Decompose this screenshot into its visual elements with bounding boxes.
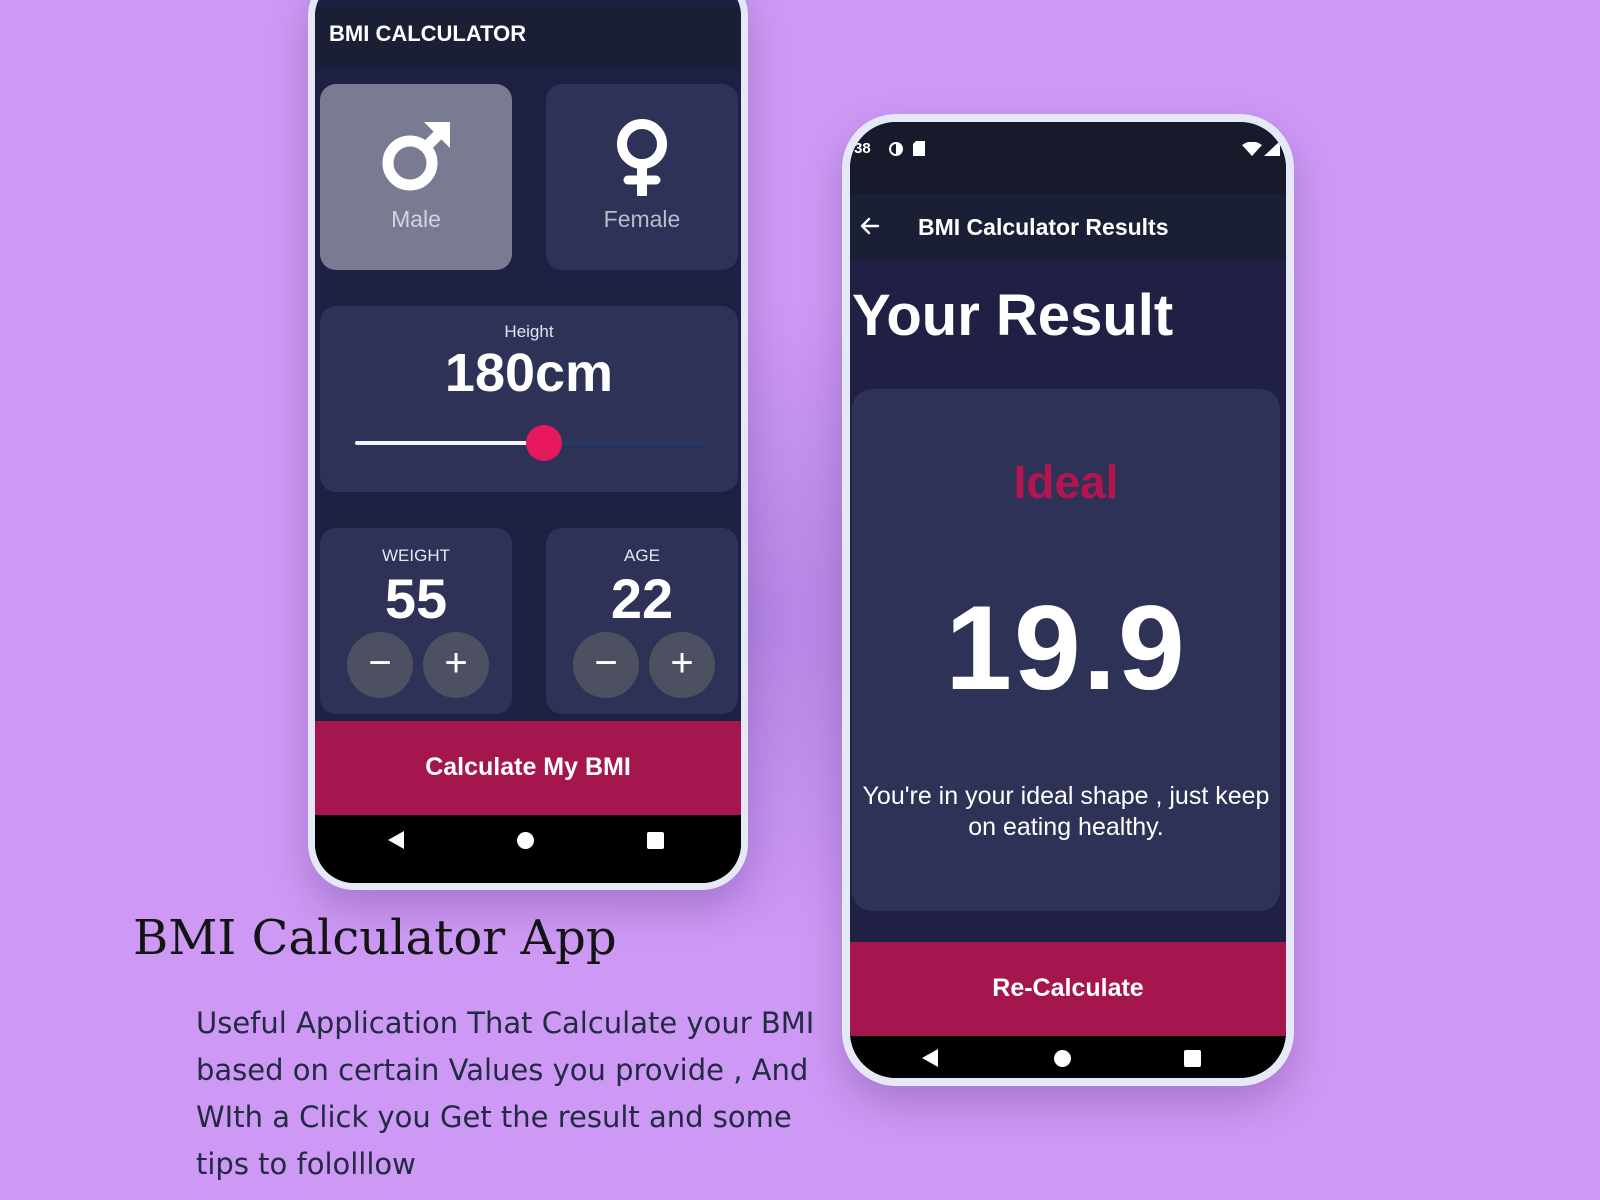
navigation-bar	[315, 815, 741, 883]
age-label: AGE	[624, 546, 660, 565]
age-increment-button[interactable]: +	[649, 632, 715, 698]
recalculate-button[interactable]: Re-Calculate	[850, 942, 1286, 1036]
caption-description: Useful Application That Calculate your B…	[196, 1006, 815, 1181]
signal-icon	[1264, 141, 1280, 156]
male-symbol-icon	[382, 122, 450, 191]
height-value: 180cm	[444, 343, 614, 403]
height-slider-fill	[355, 441, 544, 445]
app-bar: BMI CALCULATOR	[315, 7, 741, 67]
gender-card-male[interactable]: Male	[320, 84, 512, 270]
height-slider-thumb[interactable]	[526, 425, 562, 461]
nav-recents-icon[interactable]	[1184, 1050, 1201, 1067]
height-label: Height	[504, 322, 554, 341]
weight-increment-button[interactable]: +	[423, 632, 489, 698]
nav-back-icon[interactable]	[922, 1049, 938, 1067]
results-phone: 38 BMI Calculator Results Your Result Id…	[842, 114, 1294, 1086]
caption-title: BMI Calculator App	[133, 910, 617, 966]
wifi-icon	[1242, 142, 1262, 156]
height-card: Height 180cm	[320, 306, 738, 492]
age-card: AGE 22 − +	[546, 528, 738, 714]
female-symbol-icon	[617, 119, 667, 196]
nav-back-icon[interactable]	[388, 831, 404, 849]
app-title: BMI CALCULATOR	[329, 21, 527, 46]
weight-value: 55	[384, 567, 448, 630]
calculator-body: Male Female Height 180cm WEIGHT 55 − + A…	[315, 67, 741, 721]
results-title: BMI Calculator Results	[918, 214, 1169, 240]
data-saver-icon	[889, 142, 903, 156]
height-slider[interactable]	[355, 425, 705, 461]
weight-card: WEIGHT 55 − +	[320, 528, 512, 714]
nav-home-icon[interactable]	[517, 832, 534, 849]
gender-label-male: Male	[391, 206, 441, 232]
gender-card-female[interactable]: Female	[546, 84, 738, 270]
sd-card-icon	[913, 141, 925, 156]
back-arrow-icon[interactable]	[858, 214, 882, 238]
navigation-bar	[850, 1036, 1286, 1078]
calculate-bmi-button[interactable]: Calculate My BMI	[315, 721, 741, 815]
nav-recents-icon[interactable]	[647, 832, 664, 849]
nav-home-icon[interactable]	[1054, 1050, 1071, 1067]
status-time: 38	[854, 140, 871, 157]
age-value: 22	[610, 567, 674, 630]
gender-label-female: Female	[603, 206, 681, 232]
result-status: Ideal	[1013, 456, 1119, 508]
result-card: Ideal 19.9 You're in your ideal shape , …	[852, 389, 1280, 911]
calculator-phone: BMI CALCULATOR Male Female Height 180cm	[308, 0, 748, 890]
result-message: You're in your ideal shape , just keep o…	[862, 782, 1270, 841]
age-decrement-button[interactable]: −	[573, 632, 639, 698]
bmi-value: 19.9	[945, 581, 1187, 715]
results-app-bar: BMI Calculator Results	[850, 194, 1286, 260]
result-heading: Your Result	[852, 283, 1174, 348]
weight-label: WEIGHT	[382, 546, 450, 565]
status-bar: 38	[850, 122, 1286, 194]
weight-decrement-button[interactable]: −	[347, 632, 413, 698]
